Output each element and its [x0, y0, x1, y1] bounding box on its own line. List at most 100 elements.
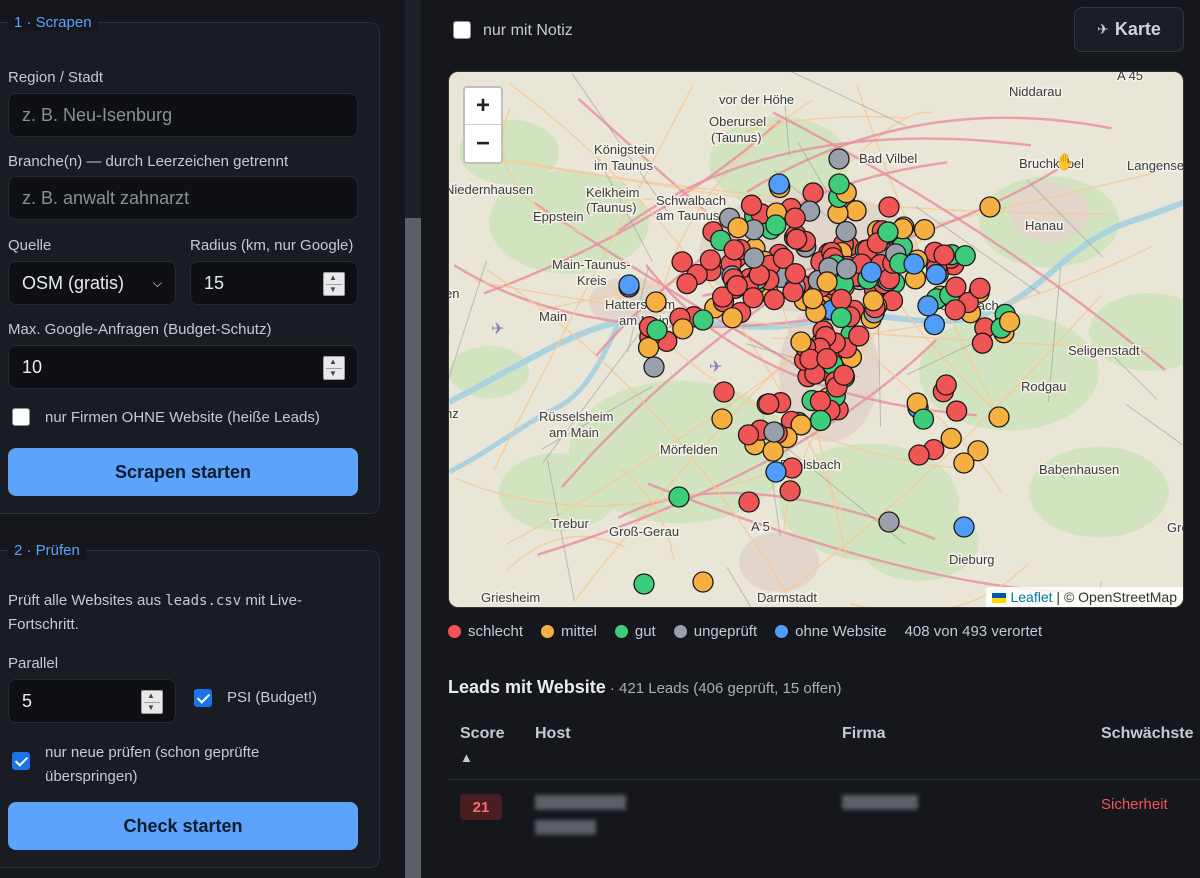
map-button[interactable]: ✈ Karte: [1074, 7, 1184, 52]
check-start-button[interactable]: Check starten: [8, 802, 358, 850]
zoom-in-button[interactable]: +: [465, 88, 501, 125]
map-place-label: (Taunus): [586, 200, 637, 215]
map-marker: [692, 309, 714, 331]
map-place-label: Dieburg: [949, 552, 995, 567]
psi-checkbox[interactable]: [194, 689, 212, 707]
map-marker: [878, 511, 900, 533]
col-host[interactable]: Host: [535, 725, 571, 743]
map-place-label: Babenhausen: [1039, 462, 1119, 477]
map-place-label: Eppstein: [533, 209, 584, 224]
parallel-stepper[interactable]: [141, 690, 163, 714]
map-marker: [860, 261, 882, 283]
map-marker: [877, 221, 899, 243]
parallel-input[interactable]: 5: [8, 679, 176, 723]
map-place-label: Schwalbach: [656, 193, 726, 208]
map-place-label: Kelkheim: [586, 185, 639, 200]
host-cell[interactable]: ████████████: [535, 795, 626, 809]
map-marker: [711, 408, 733, 430]
airport-icon: ✈: [491, 321, 504, 338]
map-marker: [809, 409, 832, 432]
firma-cell: ██████████: [842, 795, 918, 809]
col-score[interactable]: Score: [460, 725, 504, 743]
leads-subtitle: · 421 Leads (406 geprüft, 15 offen): [605, 680, 842, 697]
only-new-line1: nur neue prüfen (schon geprüfte: [45, 744, 260, 761]
only-new-checkbox[interactable]: [12, 752, 30, 770]
sidebar: 1 · Scrapen Region / Stadt z. B. Neu-Ise…: [0, 0, 405, 878]
scrape-start-button[interactable]: Scrapen starten: [8, 448, 358, 496]
map-marker: [917, 295, 939, 317]
max-requests-input[interactable]: 10: [8, 345, 358, 389]
no-website-checkbox[interactable]: [12, 408, 30, 426]
airport-icon: ✈: [709, 359, 722, 376]
map-marker: [845, 200, 867, 222]
sidebar-scrollbar[interactable]: [405, 0, 421, 878]
max-requests-stepper[interactable]: [323, 356, 345, 380]
branches-input[interactable]: z. B. anwalt zahnarzt: [8, 176, 358, 220]
map-marker: [862, 290, 885, 312]
map-marker: [723, 239, 745, 261]
main-area: nur mit Notiz ✈ Karte Niddarau vor der Hö…: [421, 0, 1200, 878]
radius-value: 15: [204, 272, 225, 293]
map-attribution: Leaflet | © OpenStreetMap: [986, 587, 1183, 607]
map-marker: [727, 216, 749, 239]
map-marker: [646, 319, 668, 341]
map-marker: [940, 427, 962, 450]
radius-label: Radius (km, nur Google): [190, 237, 354, 254]
check-desc-code: leads.csv: [165, 593, 242, 609]
leads-title: Leads mit Website: [448, 677, 606, 697]
max-requests-value: 10: [22, 356, 43, 377]
table-row[interactable]: 21 ████████████ ████████ ██████████ Sich…: [448, 780, 1200, 860]
host-cell-line2: ████████: [535, 820, 596, 834]
map[interactable]: Niddarau vor der Höhe Oberursel (Taunus) Kön…: [448, 71, 1184, 608]
map-place-label: Bad Vilbel: [859, 151, 917, 166]
region-input[interactable]: z. B. Neu-Isenburg: [8, 93, 358, 137]
map-place-label: Trebur: [551, 516, 589, 531]
map-marker: [828, 173, 850, 195]
map-marker: [816, 347, 838, 370]
map-marker: [743, 247, 765, 269]
col-weakest[interactable]: Schwächste: [1101, 725, 1193, 743]
map-place-label: (Taunus): [711, 130, 762, 145]
map-marker: [828, 148, 850, 170]
map-marker: [913, 218, 936, 241]
map-marker: [816, 271, 838, 293]
map-place-label: Darmstadt: [757, 590, 817, 605]
scrollbar-thumb[interactable]: [405, 218, 421, 878]
radius-stepper[interactable]: [323, 272, 345, 296]
map-place-label: Rodgau: [1021, 379, 1067, 394]
legend-item: schlecht: [448, 623, 523, 640]
legend-label: ungeprüft: [693, 623, 758, 640]
map-marker: [765, 461, 787, 483]
hand-cursor-icon: ✋: [1055, 154, 1075, 171]
legend-dot: [448, 625, 461, 638]
check-desc-line2: Fortschritt.: [8, 616, 79, 633]
map-place-label: Königstein: [594, 142, 655, 157]
map-marker: [835, 220, 857, 243]
map-marker: [945, 276, 967, 298]
check-desc-post: mit Live-: [241, 592, 302, 609]
sort-asc-icon: ▲: [460, 750, 473, 765]
parallel-label: Parallel: [8, 655, 59, 672]
col-firma[interactable]: Firma: [842, 725, 886, 743]
map-place-label: vor der Höhe: [719, 92, 794, 107]
map-place-label: im Taunus: [594, 158, 654, 173]
osm-attribution: | © OpenStreetMap: [1056, 589, 1177, 605]
note-filter-checkbox[interactable]: [453, 21, 471, 39]
check-panel-title: 2 · Prüfen: [8, 542, 86, 559]
leaflet-link[interactable]: Leaflet: [1010, 589, 1052, 605]
map-marker: [946, 400, 968, 422]
map-marker: [971, 332, 994, 354]
map-place-label: en: [449, 286, 459, 301]
map-place-label: Griesheim: [481, 590, 540, 605]
source-select[interactable]: OSM (gratis) ⌵: [8, 261, 176, 305]
map-marker: [784, 207, 806, 229]
branches-label: Branche(n) — durch Leerzeichen getrennt: [8, 153, 289, 170]
map-place-label: Rüsselsheim: [539, 409, 613, 424]
radius-input[interactable]: 15: [190, 261, 358, 305]
map-icon: ✈: [1097, 21, 1109, 37]
zoom-out-button[interactable]: −: [465, 125, 501, 162]
map-place-label: am Taunus: [656, 208, 720, 223]
map-marker: [692, 571, 714, 593]
legend-item: ungeprüft: [673, 623, 758, 640]
map-marker: [676, 272, 698, 295]
